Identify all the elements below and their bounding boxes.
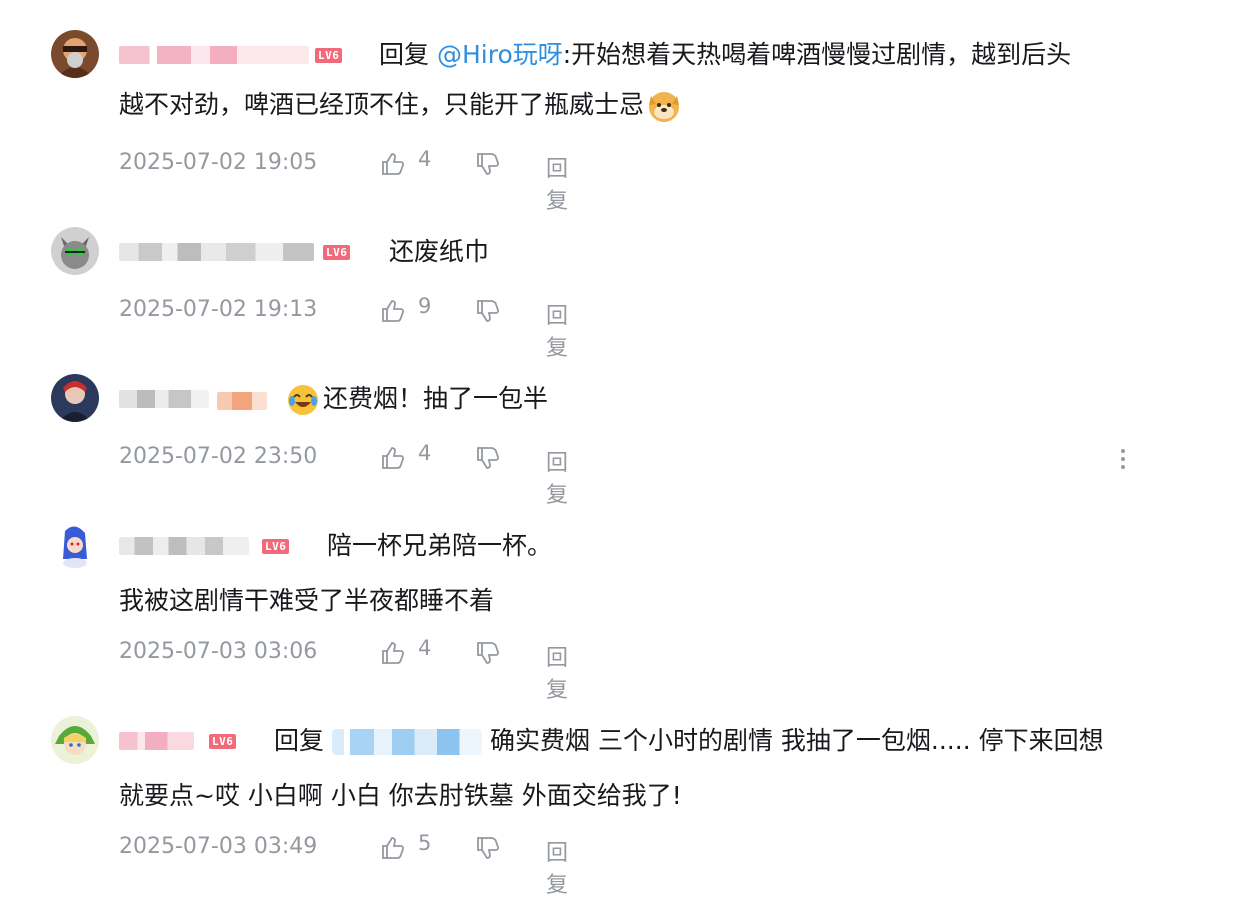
reply-button[interactable]: 回复 bbox=[546, 298, 568, 362]
doge-emoji-icon bbox=[646, 88, 682, 124]
mention-link[interactable]: @Hiro玩呀 bbox=[437, 40, 563, 69]
level-badge: LV6 bbox=[262, 539, 290, 554]
thumbs-up-icon[interactable] bbox=[379, 834, 407, 868]
thumbs-down-icon[interactable] bbox=[474, 297, 502, 331]
comment-text-line1: 还费烟！抽了一包半 bbox=[323, 384, 549, 413]
thumbs-down-icon[interactable] bbox=[474, 444, 502, 478]
thumbs-up-icon[interactable] bbox=[379, 444, 407, 478]
timestamp: 2025-07-02 23:50 bbox=[119, 444, 318, 469]
reply-prefix: 回复 bbox=[379, 40, 430, 69]
comment-text-line1: 还废纸巾 bbox=[389, 237, 490, 266]
username-blurred[interactable] bbox=[119, 390, 209, 408]
timestamp: 2025-07-02 19:13 bbox=[119, 297, 318, 322]
username-tag-blurred bbox=[217, 392, 267, 410]
comment-text-line2: 越不对劲，啤酒已经顶不住，只能开了瓶威士忌 bbox=[119, 90, 645, 119]
username-blurred[interactable] bbox=[119, 732, 194, 750]
thumbs-up-icon[interactable] bbox=[379, 150, 407, 184]
level-badge: LV6 bbox=[315, 48, 343, 63]
like-count: 9 bbox=[418, 294, 432, 318]
avatar[interactable] bbox=[51, 521, 99, 569]
comment-text-line1: 确实费烟 三个小时的剧情 我抽了一包烟..... 停下来回想 bbox=[490, 726, 1104, 755]
thumbs-up-icon[interactable] bbox=[379, 639, 407, 673]
like-count: 5 bbox=[418, 831, 432, 855]
comment-text-line1: 陪一杯兄弟陪一杯。 bbox=[327, 531, 553, 560]
thumbs-up-icon[interactable] bbox=[379, 297, 407, 331]
comment-text-line2: 就要点~哎 小白啊 小白 你去肘铁墓 外面交给我了! bbox=[119, 781, 682, 810]
thumbs-down-icon[interactable] bbox=[474, 639, 502, 673]
more-vertical-icon[interactable] bbox=[1113, 445, 1133, 475]
level-badge: LV6 bbox=[323, 245, 351, 260]
like-count: 4 bbox=[418, 636, 432, 660]
username-blurred[interactable] bbox=[119, 537, 249, 555]
thumbs-down-icon[interactable] bbox=[474, 150, 502, 184]
reply-button[interactable]: 回复 bbox=[546, 445, 568, 509]
mention-link-blurred[interactable] bbox=[332, 729, 483, 755]
reply-button[interactable]: 回复 bbox=[546, 640, 568, 704]
level-badge: LV6 bbox=[209, 734, 237, 749]
laugh-cry-emoji-icon bbox=[285, 382, 321, 418]
comment-text-line2: 我被这剧情干难受了半夜都睡不着 bbox=[119, 586, 495, 615]
like-count: 4 bbox=[418, 441, 432, 465]
avatar[interactable] bbox=[51, 227, 99, 275]
reply-button[interactable]: 回复 bbox=[546, 151, 568, 215]
avatar[interactable] bbox=[51, 374, 99, 422]
reply-prefix: 回复 bbox=[274, 726, 325, 755]
reply-button[interactable]: 回复 bbox=[546, 835, 568, 899]
timestamp: 2025-07-02 19:05 bbox=[119, 150, 318, 175]
avatar[interactable] bbox=[51, 716, 99, 764]
comment-text-line1: :开始想着天热喝着啤酒慢慢过剧情，越到后头 bbox=[562, 40, 1072, 69]
username-blurred[interactable] bbox=[119, 243, 314, 261]
thumbs-down-icon[interactable] bbox=[474, 834, 502, 868]
like-count: 4 bbox=[418, 147, 432, 171]
avatar[interactable] bbox=[51, 30, 99, 78]
timestamp: 2025-07-03 03:06 bbox=[119, 639, 318, 664]
username-blurred[interactable] bbox=[119, 46, 309, 64]
timestamp: 2025-07-03 03:49 bbox=[119, 834, 318, 859]
